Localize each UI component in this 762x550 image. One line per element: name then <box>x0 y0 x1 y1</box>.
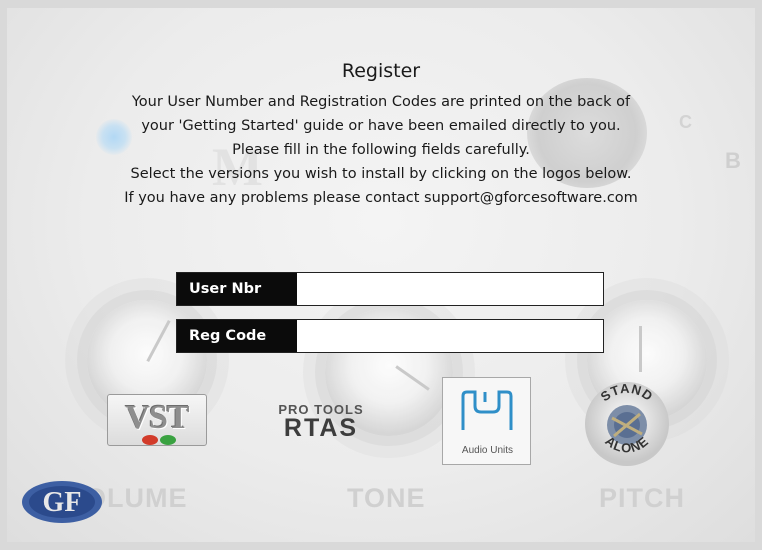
rtas-logo-bottom-text: RTAS <box>283 414 359 442</box>
gforce-brand-logo: GF <box>18 478 106 526</box>
reg-code-input[interactable] <box>297 320 603 352</box>
stand-alone-logo-button[interactable]: STAND ALONE <box>582 378 672 470</box>
instruction-line: Please fill in the following fields care… <box>232 142 530 158</box>
vst-logo-button[interactable]: VST <box>107 394 207 446</box>
pitch-knob-indicator <box>639 326 642 372</box>
instruction-line: If you have any problems please contact … <box>124 190 638 206</box>
vst-logo-text: VST <box>125 399 189 436</box>
instruction-line: your 'Getting Started' guide or have bee… <box>141 118 621 134</box>
audio-units-icon <box>461 390 513 430</box>
gforce-logo-icon: GF <box>22 481 102 523</box>
instructions: Your User Number and Registration Codes … <box>0 90 762 210</box>
instruction-line: Select the versions you wish to install … <box>130 166 632 182</box>
vst-logo-dots <box>138 433 188 447</box>
audio-units-logo-button[interactable]: Audio Units <box>442 377 531 465</box>
gforce-logo-text: GF <box>43 487 82 518</box>
user-number-label: User Nbr <box>177 273 297 305</box>
user-number-row: User Nbr <box>176 272 604 306</box>
vst-green-dot <box>160 435 176 445</box>
stand-alone-seal-icon: STAND ALONE <box>585 381 669 466</box>
background-pitch-label: PITCH <box>599 483 685 513</box>
reg-code-label: Reg Code <box>177 320 297 352</box>
user-number-input[interactable] <box>297 273 603 305</box>
reg-code-row: Reg Code <box>176 319 604 353</box>
dialog-title: Register <box>341 60 421 82</box>
audio-units-label: Audio Units <box>461 445 514 456</box>
background-tone-label: TONE <box>347 483 426 513</box>
vst-red-dot <box>142 435 158 445</box>
rtas-logo-button[interactable]: PRO TOOLS RTAS <box>262 400 380 446</box>
instruction-line: Your User Number and Registration Codes … <box>131 94 631 110</box>
